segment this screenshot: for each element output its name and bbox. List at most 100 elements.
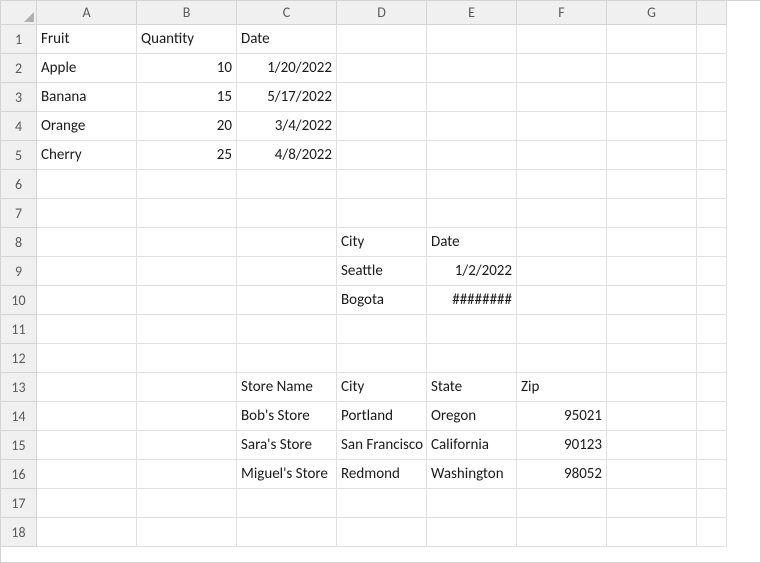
cell-G7[interactable] [607,199,697,228]
cell-F18[interactable] [517,518,607,547]
row-header-14[interactable]: 14 [1,402,37,431]
cell-B17[interactable] [137,489,237,518]
cell-A4[interactable]: Orange [37,112,137,141]
cell-G3[interactable] [607,83,697,112]
cell-E6[interactable] [427,170,517,199]
cell-B4[interactable]: 20 [137,112,237,141]
cell-C16[interactable]: Miguel's Store [237,460,337,489]
cell-D16[interactable]: Redmond [337,460,427,489]
cell-C8[interactable] [237,228,337,257]
cell-E2[interactable] [427,54,517,83]
cell-A5[interactable]: Cherry [37,141,137,170]
cell-C3[interactable]: 5/17/2022 [237,83,337,112]
row-header-12[interactable]: 12 [1,344,37,373]
cell-G6[interactable] [607,170,697,199]
cell-A2[interactable]: Apple [37,54,137,83]
cell-A14[interactable] [37,402,137,431]
row-header-15[interactable]: 15 [1,431,37,460]
cell-C14[interactable]: Bob's Store [237,402,337,431]
cell-B14[interactable] [137,402,237,431]
cell-B7[interactable] [137,199,237,228]
cell-B1[interactable]: Quantity [137,25,237,54]
cell-A7[interactable] [37,199,137,228]
cell-B12[interactable] [137,344,237,373]
cell-C5[interactable]: 4/8/2022 [237,141,337,170]
cell-E16[interactable]: Washington [427,460,517,489]
cell-F15[interactable]: 90123 [517,431,607,460]
cell-G14[interactable] [607,402,697,431]
row-header-3[interactable]: 3 [1,83,37,112]
cell-D13[interactable]: City [337,373,427,402]
cell-A10[interactable] [37,286,137,315]
cell-D5[interactable] [337,141,427,170]
select-all-corner[interactable] [1,1,37,25]
cell-B2[interactable]: 10 [137,54,237,83]
cell-A16[interactable] [37,460,137,489]
cell-C7[interactable] [237,199,337,228]
cell-D17[interactable] [337,489,427,518]
cell-C11[interactable] [237,315,337,344]
cell-E7[interactable] [427,199,517,228]
cell-G15[interactable] [607,431,697,460]
cell-C13[interactable]: Store Name [237,373,337,402]
cell-D7[interactable] [337,199,427,228]
cell-A3[interactable]: Banana [37,83,137,112]
cell-E13[interactable]: State [427,373,517,402]
column-header-E[interactable]: E [427,1,517,25]
row-header-9[interactable]: 9 [1,257,37,286]
cell-C10[interactable] [237,286,337,315]
cell-F9[interactable] [517,257,607,286]
cell-C1[interactable]: Date [237,25,337,54]
cell-E10[interactable]: ######## [427,286,517,315]
row-header-18[interactable]: 18 [1,518,37,547]
cell-A6[interactable] [37,170,137,199]
cell-E14[interactable]: Oregon [427,402,517,431]
row-header-8[interactable]: 8 [1,228,37,257]
cell-C15[interactable]: Sara's Store [237,431,337,460]
cell-E1[interactable] [427,25,517,54]
cell-F11[interactable] [517,315,607,344]
cell-D9[interactable]: Seattle [337,257,427,286]
cell-G4[interactable] [607,112,697,141]
column-header-C[interactable]: C [237,1,337,25]
cell-C6[interactable] [237,170,337,199]
cell-C18[interactable] [237,518,337,547]
row-header-6[interactable]: 6 [1,170,37,199]
cell-F4[interactable] [517,112,607,141]
row-header-5[interactable]: 5 [1,141,37,170]
cell-G17[interactable] [607,489,697,518]
row-header-16[interactable]: 16 [1,460,37,489]
cell-B16[interactable] [137,460,237,489]
column-header-A[interactable]: A [37,1,137,25]
cell-E18[interactable] [427,518,517,547]
cell-G2[interactable] [607,54,697,83]
cell-G1[interactable] [607,25,697,54]
cell-G16[interactable] [607,460,697,489]
cell-D12[interactable] [337,344,427,373]
cell-B10[interactable] [137,286,237,315]
row-header-7[interactable]: 7 [1,199,37,228]
spreadsheet-grid[interactable]: ABCDEFG1FruitQuantityDate2Apple101/20/20… [1,1,760,547]
cell-B3[interactable]: 15 [137,83,237,112]
cell-D11[interactable] [337,315,427,344]
cell-D2[interactable] [337,54,427,83]
cell-F16[interactable]: 98052 [517,460,607,489]
cell-E4[interactable] [427,112,517,141]
cell-F13[interactable]: Zip [517,373,607,402]
cell-B6[interactable] [137,170,237,199]
cell-F17[interactable] [517,489,607,518]
cell-A8[interactable] [37,228,137,257]
row-header-17[interactable]: 17 [1,489,37,518]
cell-B11[interactable] [137,315,237,344]
cell-A9[interactable] [37,257,137,286]
cell-A11[interactable] [37,315,137,344]
cell-A15[interactable] [37,431,137,460]
cell-D14[interactable]: Portland [337,402,427,431]
cell-E9[interactable]: 1/2/2022 [427,257,517,286]
cell-F12[interactable] [517,344,607,373]
cell-F3[interactable] [517,83,607,112]
cell-D6[interactable] [337,170,427,199]
cell-F2[interactable] [517,54,607,83]
cell-A18[interactable] [37,518,137,547]
cell-C17[interactable] [237,489,337,518]
